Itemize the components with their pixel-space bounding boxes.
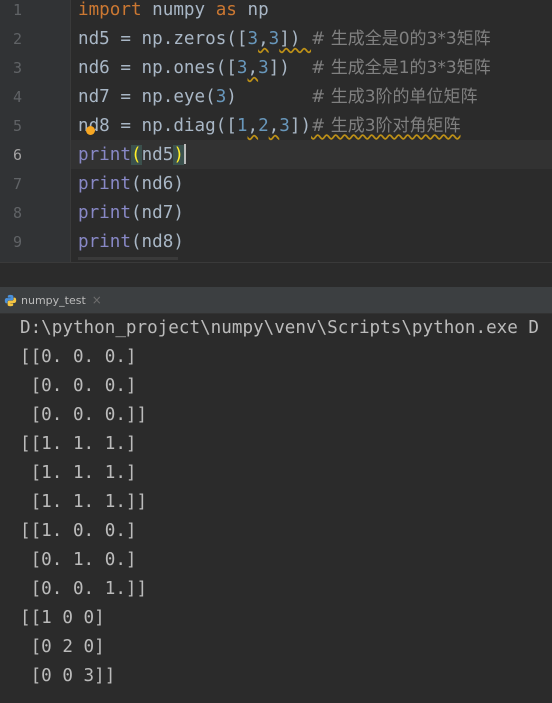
- run-tab-label: numpy_test: [21, 293, 86, 307]
- code-text: nd6 = np.ones([: [78, 58, 237, 78]
- line-number: 5: [12, 117, 22, 135]
- line-number: 1: [12, 1, 22, 19]
- code-text: (nd8): [130, 232, 184, 252]
- console-line: [0 2 0]: [20, 637, 105, 657]
- line-number: 3: [12, 59, 22, 77]
- code-text: np: [236, 0, 269, 20]
- console-line: D:\python_project\numpy\venv\Scripts\pyt…: [20, 318, 540, 338]
- line-number-gutter: 1 2 3 4 5 6 7 8 9: [0, 0, 71, 262]
- code-text: ]): [268, 58, 312, 78]
- code-line-7[interactable]: print(nd6): [78, 170, 184, 199]
- number-literal: 3: [236, 58, 248, 78]
- number-literal: 3: [268, 29, 280, 49]
- line-number: 8: [12, 204, 22, 222]
- line-number: 7: [12, 175, 22, 193]
- code-text: numpy: [141, 0, 216, 20]
- console-line: [0. 1. 0.]: [20, 550, 137, 570]
- comment: # 生成全是1的3*3矩阵: [311, 58, 491, 78]
- code-editor[interactable]: 1 2 3 4 5 6 7 8 9 import numpy as np nd5…: [0, 0, 552, 262]
- code-text: nd7 = np.eye(: [78, 87, 216, 107]
- console-line: [0. 0. 0.]]: [20, 405, 148, 425]
- console-line: [[0. 0. 0.]: [20, 347, 137, 367]
- number-literal: 1: [236, 116, 248, 136]
- run-console-output[interactable]: D:\python_project\numpy\venv\Scripts\pyt…: [0, 314, 552, 703]
- close-icon[interactable]: ×: [92, 293, 102, 307]
- code-line-2[interactable]: nd5 = np.zeros([3,3]) # 生成全是0的3*3矩阵: [78, 25, 491, 54]
- run-tab-numpy-test[interactable]: numpy_test ×: [0, 287, 112, 313]
- comma-warning: ,: [247, 58, 259, 78]
- code-line-1[interactable]: import numpy as np: [78, 0, 269, 25]
- code-line-9[interactable]: print(nd8): [78, 228, 184, 257]
- builtin-function: print: [78, 203, 131, 223]
- code-line-6[interactable]: print(nd5): [78, 141, 186, 170]
- code-text: nd5 = np.zeros([: [78, 29, 248, 49]
- code-text: nd5: [141, 145, 174, 165]
- number-literal: 3: [215, 87, 227, 107]
- editor-scroll-fragment: [78, 257, 178, 260]
- console-line: [0. 0. 0.]: [20, 376, 137, 396]
- number-literal: 3: [279, 116, 290, 136]
- console-line: [1. 1. 1.]]: [20, 492, 148, 512]
- line-number: 9: [12, 233, 22, 251]
- console-line: [1. 1. 1.]: [20, 463, 137, 483]
- console-line: [[1. 0. 0.]: [20, 521, 137, 541]
- number-literal: 2: [258, 116, 269, 136]
- console-line: [[1 0 0]: [20, 608, 105, 628]
- code-line-4[interactable]: nd7 = np.eye(3) # 生成3阶的单位矩阵: [78, 83, 478, 112]
- console-line: [0. 0. 1.]]: [20, 579, 148, 599]
- console-line: [0 0 3]]: [20, 666, 116, 686]
- keyword: import: [78, 0, 142, 20]
- panel-splitter[interactable]: [0, 262, 552, 287]
- comma-warning: ,: [247, 116, 259, 136]
- code-text: nd8 = np.diag([: [78, 116, 237, 136]
- code-text: (nd7): [130, 203, 184, 223]
- bracket-match: ): [173, 145, 184, 165]
- line-number: 2: [12, 30, 22, 48]
- comma-warning: ,: [268, 116, 280, 136]
- text-caret: [183, 144, 186, 164]
- code-line-5[interactable]: nd8 = np.diag([1,2,3])# 生成3阶对角矩阵: [78, 112, 461, 141]
- comment: # 生成3阶的单位矩阵: [311, 87, 478, 107]
- number-literal: 3: [258, 58, 269, 78]
- comment: # 生成3阶对角矩阵: [311, 116, 461, 136]
- keyword: as: [215, 0, 237, 20]
- code-line-3[interactable]: nd6 = np.ones([3,3]) # 生成全是1的3*3矩阵: [78, 54, 491, 83]
- gutter-divider: [70, 0, 71, 262]
- bracket-match: (: [130, 145, 142, 165]
- builtin-function: print: [78, 145, 131, 165]
- code-line-8[interactable]: print(nd7): [78, 199, 184, 228]
- code-text: ]): [289, 116, 312, 136]
- code-text: ]): [279, 29, 312, 49]
- comment: # 生成全是0的3*3矩阵: [311, 29, 491, 49]
- builtin-function: print: [78, 232, 131, 252]
- intention-bulb-icon[interactable]: [86, 126, 95, 135]
- python-icon: [4, 294, 17, 306]
- code-text: ): [226, 87, 312, 107]
- line-number: 4: [12, 88, 22, 106]
- number-literal: 3: [247, 29, 259, 49]
- console-line: [[1. 1. 1.]: [20, 434, 137, 454]
- run-tool-window-tabs: numpy_test ×: [0, 287, 552, 314]
- code-text: (nd6): [130, 174, 184, 194]
- builtin-function: print: [78, 174, 131, 194]
- comma-warning: ,: [258, 29, 269, 49]
- line-number-active: 6: [12, 146, 22, 164]
